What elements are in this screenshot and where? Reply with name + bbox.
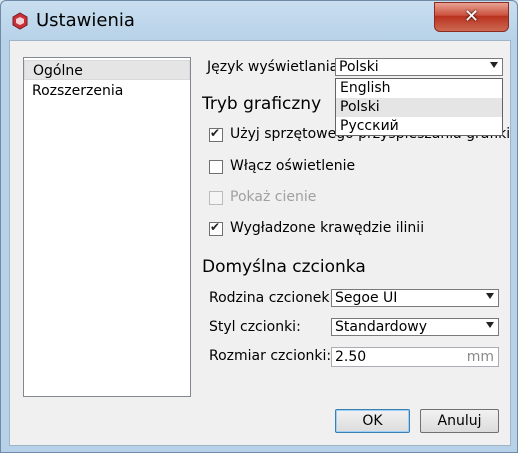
hw-accel-checkbox[interactable] [209, 126, 223, 142]
font-family-select[interactable]: Segoe UI [331, 289, 499, 307]
font-family-label: Rodzina czcionek: [209, 290, 335, 306]
close-icon: ✕ [463, 6, 480, 27]
cancel-button[interactable]: Anuluj [420, 409, 499, 433]
chevron-down-icon [486, 322, 494, 328]
sidebar-item-extensions[interactable]: Rozszerzenia [24, 81, 190, 101]
graphics-section-title: Tryb graficzny [202, 94, 322, 114]
shadows-checkbox [209, 191, 223, 205]
font-style-select[interactable]: Standardowy [331, 318, 499, 336]
font-style-label: Styl czcionki: [209, 319, 301, 335]
shadows-label: Pokaż cienie [230, 189, 317, 205]
language-select[interactable]: Polski [335, 58, 503, 76]
settings-dialog: Ustawienia ✕ Ogólne Rozszerzenia Język w… [0, 0, 518, 453]
category-list[interactable]: Ogólne Rozszerzenia [23, 57, 191, 397]
app-icon [12, 12, 28, 30]
language-option-english[interactable]: English [336, 79, 502, 98]
font-family-value: Segoe UI [335, 290, 398, 306]
smooth-edges-checkbox[interactable] [209, 220, 223, 236]
font-section-title: Domyślna czcionka [202, 257, 366, 277]
lighting-checkbox[interactable] [209, 160, 223, 174]
smooth-edges-label: Wygładzone krawędzie ilinii [230, 220, 425, 236]
sidebar-item-general[interactable]: Ogólne [24, 60, 190, 80]
font-style-value: Standardowy [335, 319, 427, 335]
font-size-input[interactable]: 2.50 mm [331, 347, 499, 367]
font-size-label: Rozmiar czcionki: [209, 348, 332, 364]
font-size-value: 2.50 [335, 349, 367, 365]
font-size-unit: mm [466, 349, 494, 365]
close-button[interactable]: ✕ [434, 2, 509, 32]
chevron-down-icon [490, 62, 498, 68]
ok-button[interactable]: OK [335, 409, 410, 433]
language-dropdown-list[interactable]: English Polski Русский [335, 78, 503, 136]
language-label: Język wyświetlania: [207, 59, 343, 75]
language-option-polski[interactable]: Polski [336, 98, 502, 117]
language-option-russian[interactable]: Русский [336, 117, 502, 136]
lighting-label: Włącz oświetlenie [230, 158, 356, 174]
language-selected-value: Polski [339, 59, 379, 75]
chevron-down-icon [486, 293, 494, 299]
window-title: Ustawienia [36, 10, 135, 31]
title-bar[interactable]: Ustawienia ✕ [1, 1, 517, 41]
dialog-body: Ogólne Rozszerzenia Język wyświetlania: … [9, 40, 511, 446]
